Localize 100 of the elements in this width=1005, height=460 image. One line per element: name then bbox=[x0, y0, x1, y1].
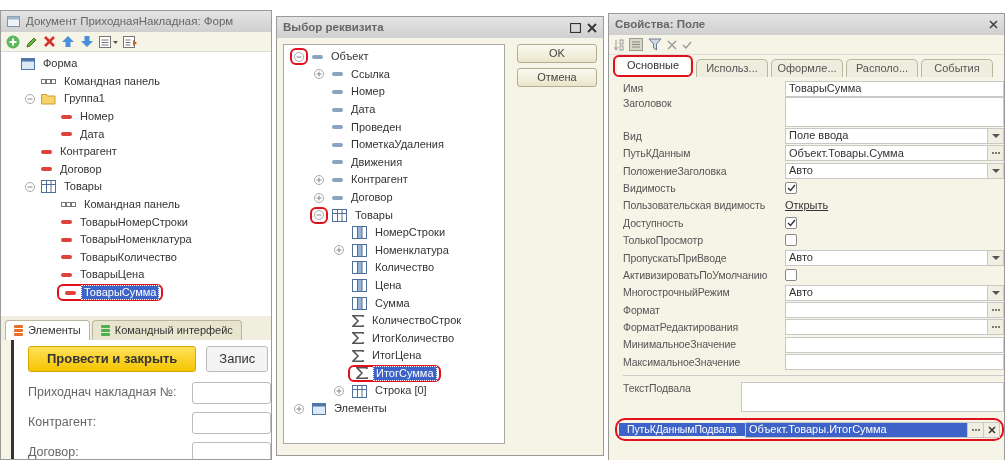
ok-button[interactable]: OK bbox=[517, 44, 597, 64]
delete-icon[interactable] bbox=[43, 35, 56, 48]
choose-button[interactable] bbox=[988, 302, 1004, 318]
tree-item[interactable]: Строка [0] bbox=[372, 383, 430, 399]
checkbox[interactable] bbox=[785, 234, 797, 247]
input-field[interactable]: Объект.Товары.ИтогСумма bbox=[745, 421, 968, 438]
tree-item[interactable]: Сумма bbox=[372, 295, 413, 311]
tree-item[interactable]: Номер bbox=[348, 84, 388, 100]
choose-button[interactable] bbox=[988, 145, 1004, 162]
tree-item[interactable]: Объект bbox=[328, 49, 372, 65]
tree-item[interactable]: Номер bbox=[77, 109, 117, 125]
tree-item[interactable]: Движения bbox=[348, 154, 406, 170]
dropdown-button[interactable] bbox=[988, 284, 1004, 301]
tree-item[interactable]: Форма bbox=[40, 56, 81, 72]
collapse-toggle[interactable] bbox=[314, 210, 324, 221]
tree-item[interactable]: ТоварыСумма bbox=[81, 284, 160, 301]
tree-item[interactable]: Контрагент bbox=[57, 144, 120, 160]
checkbox[interactable] bbox=[785, 182, 797, 195]
tree-item[interactable]: ИтогСумма bbox=[373, 365, 437, 382]
input-field[interactable]: ТоварыСумма bbox=[785, 80, 1004, 97]
close-icon[interactable] bbox=[989, 20, 998, 29]
check-icon[interactable] bbox=[682, 39, 692, 50]
dropdown-button[interactable] bbox=[988, 162, 1004, 179]
tab[interactable]: Использ... bbox=[696, 58, 768, 77]
checkbox[interactable] bbox=[785, 269, 797, 282]
expand-toggle[interactable] bbox=[294, 403, 304, 414]
caret-icon bbox=[991, 134, 1000, 139]
tree-item[interactable]: Командная панель bbox=[61, 73, 163, 89]
input-field[interactable] bbox=[785, 336, 1004, 353]
tree-item[interactable]: НомерСтроки bbox=[372, 225, 449, 241]
tab[interactable]: Элементы bbox=[5, 319, 90, 340]
dropdown-button[interactable] bbox=[988, 128, 1004, 145]
tree-item[interactable]: Цена bbox=[372, 277, 405, 294]
tree-item[interactable]: Проведен bbox=[348, 119, 405, 135]
list-menu-icon[interactable] bbox=[99, 35, 118, 48]
input-field[interactable]: Объект.Товары.Сумма bbox=[785, 145, 988, 162]
collapse-toggle[interactable] bbox=[25, 181, 35, 192]
tree-item[interactable]: Товары bbox=[352, 207, 396, 223]
tab[interactable]: Оформле... bbox=[771, 58, 843, 77]
sort-icon[interactable] bbox=[614, 38, 624, 51]
expand-toggle[interactable] bbox=[314, 69, 324, 80]
tree-item[interactable]: Количество bbox=[372, 260, 438, 276]
tree-item[interactable]: ТоварыНомерСтроки bbox=[77, 214, 191, 230]
tree-item[interactable]: Элементы bbox=[331, 401, 390, 417]
checkbox[interactable] bbox=[785, 217, 797, 230]
dropdown-field[interactable]: Авто bbox=[785, 162, 988, 179]
tree-item[interactable]: КоличествоСтрок bbox=[369, 313, 465, 329]
expand-toggle[interactable] bbox=[314, 192, 324, 203]
tree-item[interactable]: Дата bbox=[77, 126, 108, 142]
clear-button[interactable] bbox=[984, 421, 1000, 438]
filter-icon[interactable] bbox=[648, 38, 662, 51]
choose-button[interactable] bbox=[988, 319, 1004, 336]
input-field[interactable] bbox=[785, 302, 988, 318]
choose-button[interactable] bbox=[968, 421, 984, 438]
cancel-button[interactable]: Отмена bbox=[517, 68, 597, 88]
tree-item[interactable]: ТоварыЦена bbox=[77, 267, 148, 283]
categories-icon[interactable] bbox=[629, 38, 643, 51]
input-field[interactable] bbox=[192, 441, 271, 459]
add-icon[interactable] bbox=[6, 34, 20, 49]
expand-toggle[interactable] bbox=[334, 245, 344, 256]
tree-item[interactable]: ТоварыНоменклатура bbox=[77, 232, 195, 248]
tab[interactable]: События bbox=[921, 58, 993, 77]
dropdown-field[interactable]: Поле ввода bbox=[785, 128, 988, 145]
write-button[interactable]: Запис bbox=[206, 346, 269, 372]
tree-item[interactable]: Договор bbox=[57, 161, 105, 177]
tree-item[interactable]: Ссылка bbox=[348, 66, 393, 82]
cancel-icon[interactable] bbox=[667, 39, 677, 50]
tree-item[interactable]: ПометкаУдаления bbox=[348, 137, 447, 153]
dropdown-field[interactable]: Авто bbox=[785, 284, 988, 301]
tree-item[interactable]: Номенклатура bbox=[372, 242, 452, 258]
tree-item[interactable]: ИтогКоличество bbox=[369, 330, 458, 346]
input-field[interactable] bbox=[192, 381, 271, 404]
tree-item[interactable]: Товары bbox=[61, 179, 105, 195]
expand-toggle[interactable] bbox=[334, 386, 344, 397]
tree-item[interactable]: Договор bbox=[348, 189, 396, 206]
input-field[interactable] bbox=[192, 411, 271, 434]
form-preview-icon[interactable] bbox=[123, 35, 138, 48]
post-and-close-button[interactable]: Провести и закрыть bbox=[28, 346, 197, 372]
tree-item[interactable]: Командная панель bbox=[81, 196, 183, 213]
input-field[interactable] bbox=[785, 354, 1004, 371]
collapse-toggle[interactable] bbox=[294, 51, 304, 62]
tree-item[interactable]: Контрагент bbox=[348, 172, 411, 188]
dropdown-button[interactable] bbox=[988, 249, 1004, 266]
tab[interactable]: Основные bbox=[617, 57, 689, 75]
tree-item[interactable]: Дата bbox=[348, 102, 379, 118]
tree-item[interactable]: ТоварыКоличество bbox=[77, 249, 180, 265]
tree-item[interactable]: Группа1 bbox=[61, 91, 108, 107]
up-arrow-icon[interactable] bbox=[61, 35, 75, 48]
expand-toggle[interactable] bbox=[314, 174, 324, 185]
tab[interactable]: Располо... bbox=[846, 58, 918, 77]
down-arrow-icon[interactable] bbox=[80, 35, 94, 48]
link[interactable]: Открыть bbox=[785, 199, 829, 213]
tree-item[interactable]: ИтогЦена bbox=[369, 348, 425, 364]
collapse-toggle[interactable] bbox=[25, 94, 35, 104]
input-field[interactable] bbox=[785, 319, 988, 336]
maximize-icon[interactable] bbox=[570, 22, 581, 33]
dropdown-field[interactable]: Авто bbox=[785, 249, 988, 266]
text-area[interactable] bbox=[741, 381, 1004, 412]
tab[interactable]: Командный интерфейс bbox=[91, 319, 242, 340]
close-icon[interactable] bbox=[587, 22, 597, 33]
